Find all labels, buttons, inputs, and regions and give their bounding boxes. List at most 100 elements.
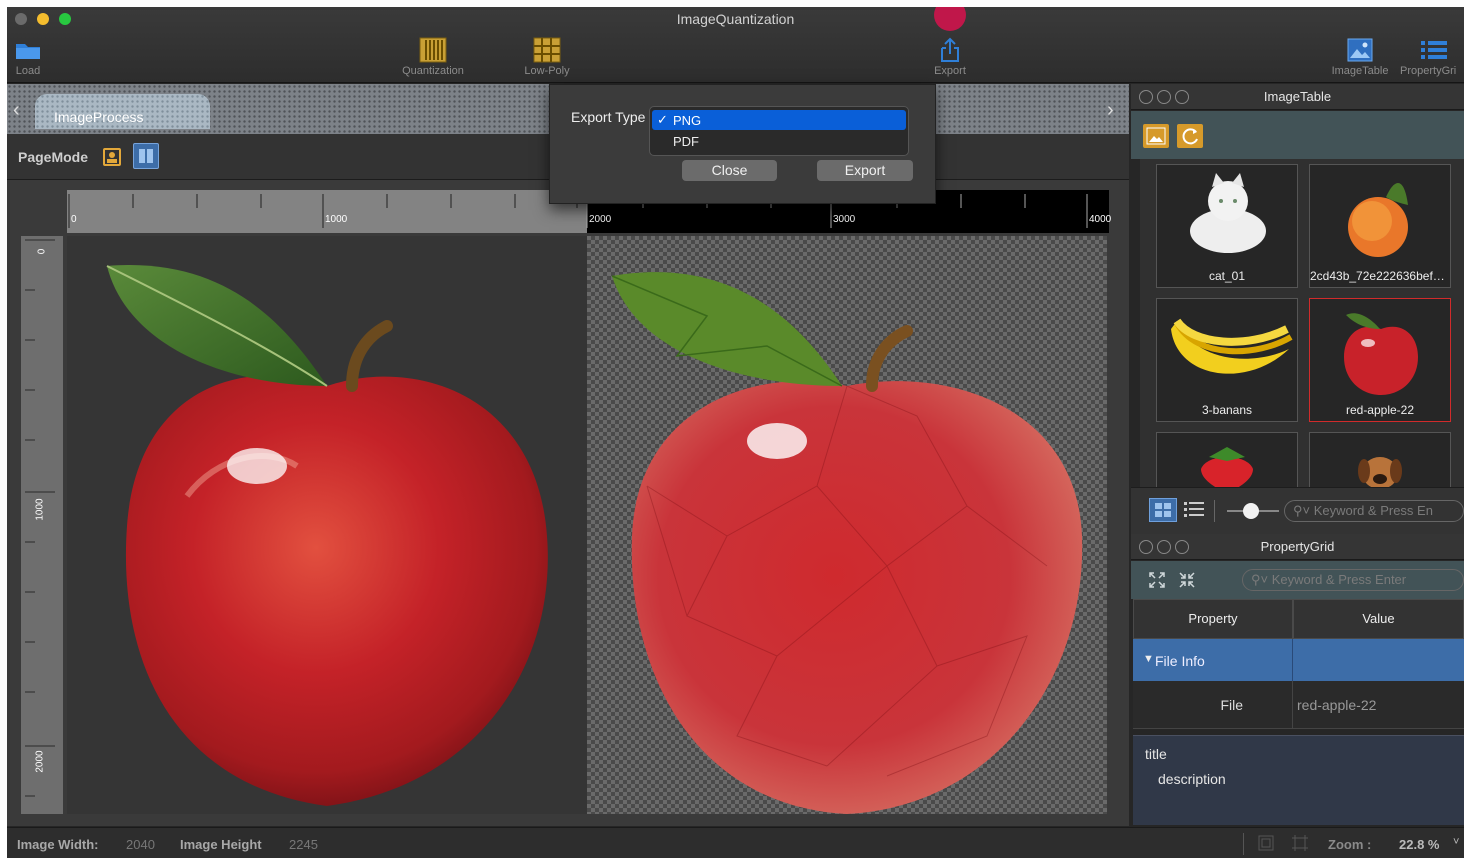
red-apple-thumbnail — [1344, 313, 1418, 395]
property-table: Property Value ▼ File Info File red-appl… — [1133, 599, 1464, 729]
add-image-button[interactable] — [1143, 124, 1169, 148]
propertygrid-search-input[interactable]: ⚲˅ Keyword & Press Enter — [1242, 569, 1464, 591]
imagetable-toggle-button[interactable]: ImageTable — [1325, 35, 1395, 77]
file-info-group-row[interactable]: ▼ File Info — [1133, 639, 1464, 681]
list-view-button[interactable] — [1183, 500, 1205, 523]
title-bar: ImageQuantization Load Quantization Low-… — [7, 7, 1464, 83]
option-pdf-label: PDF — [673, 134, 699, 149]
window-title: ImageQuantization — [676, 11, 795, 27]
zoom-value[interactable]: 22.8 % — [1399, 837, 1439, 852]
puppy-thumbnail — [1358, 457, 1402, 487]
export-type-popup[interactable]: ✓ PNG PDF — [649, 106, 909, 156]
cat-thumbnail — [1190, 173, 1266, 253]
original-image — [67, 236, 587, 814]
lowpoly-label: Low-Poly — [524, 65, 570, 77]
panel-close-button[interactable] — [1139, 90, 1153, 104]
panel-zoom-button[interactable] — [1175, 540, 1189, 554]
single-page-button[interactable] — [103, 148, 121, 166]
propertygrid-toggle-button[interactable]: PropertyGri — [1400, 35, 1464, 77]
image-cell-selected[interactable]: red-apple-22 — [1309, 298, 1451, 422]
image-cell-label: 2cd43b_72e222636bef47... — [1310, 269, 1450, 283]
grid-icon — [1155, 503, 1171, 517]
image-cell-label: red-apple-22 — [1345, 403, 1415, 417]
panel-zoom-button[interactable] — [1175, 90, 1189, 104]
property-column-header[interactable]: Property — [1133, 599, 1293, 639]
export-type-label: Export Type — [571, 109, 646, 125]
image-width-value: 2040 — [126, 837, 155, 852]
image-cell-label: cat_01 — [1208, 269, 1246, 283]
lowpoly-image — [587, 236, 1107, 814]
lowpoly-button[interactable]: Low-Poly — [512, 35, 582, 77]
tab-scroll-left-icon[interactable]: ‹ — [13, 99, 20, 122]
pagemode-label: PageMode — [18, 149, 89, 165]
image-cell[interactable] — [1309, 432, 1451, 487]
refresh-icon — [1182, 128, 1198, 145]
status-divider — [1243, 833, 1244, 855]
property-value[interactable]: red-apple-22 — [1297, 697, 1376, 713]
status-bar: Image Width: 2040 Image Height 2245 Zoom… — [7, 827, 1464, 858]
lowpoly-apple — [611, 272, 1083, 814]
load-label: Load — [15, 65, 41, 77]
image-icon — [1325, 35, 1395, 65]
ruler-label-1000: 1000 — [325, 214, 348, 225]
close-button[interactable]: Close — [682, 160, 777, 181]
slider-knob[interactable] — [1243, 503, 1259, 519]
image-cell[interactable]: 2cd43b_72e222636bef47... — [1309, 164, 1451, 288]
load-button[interactable]: Load — [7, 35, 63, 77]
export-confirm-button[interactable]: Export — [817, 160, 913, 181]
image-canvas[interactable]: 0 1000 2000 3000 4000 0 1000 2000 — [7, 180, 1129, 826]
panel-close-button[interactable] — [1139, 540, 1153, 554]
expand-icon — [1149, 572, 1165, 588]
image-cell[interactable]: cat_01 — [1156, 164, 1298, 288]
export-dialog: Export Type ✓ PNG PDF Close Export — [549, 84, 936, 204]
value-column-header[interactable]: Value — [1293, 599, 1464, 639]
image-height-label: Image Height — [180, 837, 262, 852]
panel-minimize-button[interactable] — [1157, 540, 1171, 554]
property-name: File — [1220, 697, 1243, 713]
description-text: description — [1158, 771, 1226, 787]
description-title: title — [1145, 746, 1167, 762]
quantization-button[interactable]: Quantization — [398, 35, 468, 77]
list-icon — [1400, 35, 1464, 65]
column-divider — [1292, 681, 1293, 729]
panel-minimize-button[interactable] — [1157, 90, 1171, 104]
file-property-row[interactable]: File red-apple-22 — [1133, 681, 1464, 729]
propertygrid-toolbar: ⚲˅ Keyword & Press Enter — [1131, 561, 1464, 599]
column-divider — [1292, 639, 1293, 681]
imagetable-footer: ⚲˅ Keyword & Press En — [1131, 487, 1464, 534]
search-icon: ⚲˅ — [1293, 503, 1314, 518]
image-grid: cat_01 2cd43b_72e222636bef47... 3-banans… — [1140, 159, 1464, 487]
option-png-label: PNG — [673, 113, 702, 128]
expand-all-button[interactable] — [1148, 571, 1166, 594]
tab-scroll-right-icon[interactable]: › — [1107, 99, 1114, 122]
vruler-label-1000: 1000 — [34, 498, 46, 521]
grid-view-button[interactable] — [1149, 498, 1177, 522]
propertygrid-label: PropertyGri — [1400, 65, 1457, 77]
option-pdf[interactable]: PDF — [652, 132, 906, 152]
export-button[interactable]: Export — [915, 35, 985, 77]
propertygrid-search-placeholder: Keyword & Press Enter — [1271, 572, 1407, 587]
apple-photo — [106, 265, 548, 806]
disclosure-triangle-icon[interactable]: ▼ — [1143, 653, 1154, 665]
option-png[interactable]: ✓ PNG — [652, 110, 906, 130]
fit-window-button[interactable] — [1257, 834, 1275, 855]
strawberry-thumbnail — [1201, 447, 1253, 487]
double-page-button[interactable] — [133, 143, 159, 169]
ruler-label-0: 0 — [71, 214, 77, 225]
collapse-all-button[interactable] — [1178, 571, 1196, 594]
propertygrid-header: PropertyGrid — [1131, 534, 1464, 560]
checkmark-icon: ✓ — [657, 112, 668, 127]
tab-imageprocess[interactable]: ImageProcess — [35, 94, 210, 129]
image-cell[interactable] — [1156, 432, 1298, 487]
image-cell[interactable]: 3-banans — [1156, 298, 1298, 422]
imagetable-search-input[interactable]: ⚲˅ Keyword & Press En — [1284, 500, 1464, 522]
footer-divider — [1214, 500, 1215, 522]
imagetable-header: ImageTable — [1131, 84, 1464, 110]
actual-size-button[interactable] — [1291, 834, 1309, 855]
banana-thumbnail — [1171, 318, 1293, 374]
zoom-dropdown-icon[interactable]: ˅ — [1453, 836, 1459, 848]
collapse-icon — [1179, 572, 1195, 588]
imagetable-label: ImageTable — [1331, 65, 1389, 77]
property-description-panel: title description — [1133, 735, 1464, 825]
refresh-button[interactable] — [1177, 124, 1203, 148]
